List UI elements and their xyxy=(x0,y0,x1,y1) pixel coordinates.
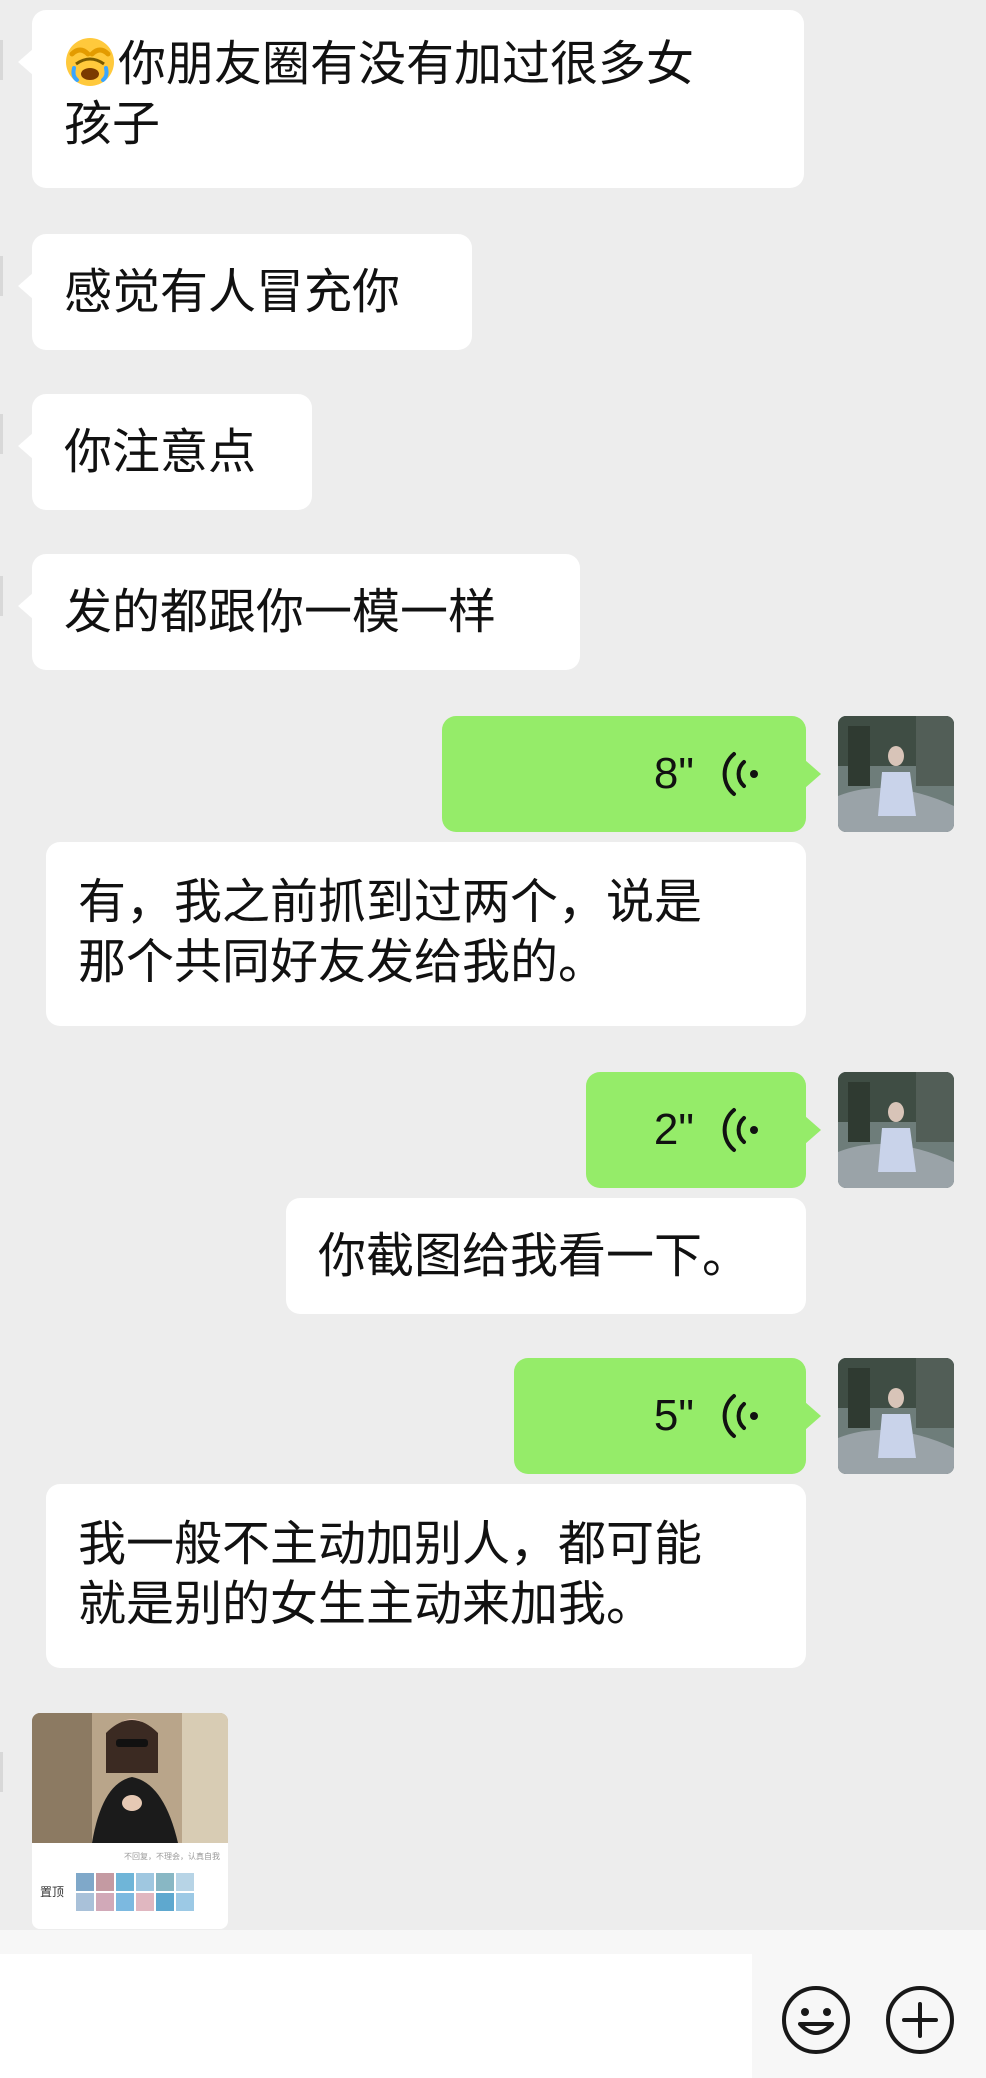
smiley-icon[interactable] xyxy=(780,1984,852,2056)
avatar-edge xyxy=(0,256,3,296)
message-bubble[interactable]: 你朋友圈有没有加过很多女 孩子 xyxy=(18,10,804,188)
photo-image xyxy=(32,1713,228,1843)
input-bar xyxy=(0,1930,986,2078)
avatar-edge xyxy=(0,40,3,80)
avatar-edge xyxy=(0,576,3,616)
pin-label: 置顶 xyxy=(40,1885,65,1899)
face-with-hand-over-eyes-icon xyxy=(64,36,116,88)
avatar[interactable] xyxy=(838,716,954,832)
transcript-text: 那个共同好友发给我的。 xyxy=(78,934,607,990)
voice-wave-icon xyxy=(714,1390,766,1442)
avatar[interactable] xyxy=(838,1358,954,1474)
voice-duration: 2" xyxy=(653,1105,694,1154)
transcript-text: 你截图给我看一下。 xyxy=(318,1228,751,1284)
avatar-edge xyxy=(0,414,3,454)
message-bubble[interactable]: 你注意点 xyxy=(18,394,312,510)
voice-transcript[interactable]: 你截图给我看一下。 xyxy=(286,1198,806,1314)
voice-message[interactable]: 5" xyxy=(514,1358,821,1474)
voice-transcript[interactable]: 我一般不主动加别人，都可能 就是别的女生主动来加我。 xyxy=(46,1484,806,1668)
voice-duration: 8" xyxy=(653,749,694,798)
message-text: 孩子 xyxy=(64,96,161,152)
message-bubble[interactable]: 感觉有人冒充你 xyxy=(18,234,472,350)
chat-area: 你朋友圈有没有加过很多女 孩子 感觉有人冒充你 你注意点 发的都跟你一模一样 8… xyxy=(0,0,986,1930)
image-message[interactable]: 不回复，不理会，认真自我 置顶 xyxy=(32,1713,228,1929)
message-input[interactable] xyxy=(0,1954,752,2078)
voice-message[interactable]: 8" xyxy=(442,716,821,832)
voice-transcript[interactable]: 有，我之前抓到过两个，说是 那个共同好友发给我的。 xyxy=(46,842,806,1026)
thumb-caption: 不回复，不理会，认真自我 xyxy=(124,1852,220,1861)
transcript-text: 有，我之前抓到过两个，说是 xyxy=(78,874,703,930)
message-text: 你朋友圈有没有加过很多女 xyxy=(118,36,695,92)
avatar[interactable] xyxy=(838,1072,954,1188)
message-bubble[interactable]: 发的都跟你一模一样 xyxy=(18,554,580,670)
message-text: 发的都跟你一模一样 xyxy=(64,584,497,640)
plus-circle-icon[interactable] xyxy=(884,1984,956,2056)
message-text: 你注意点 xyxy=(64,424,257,480)
transcript-text: 我一般不主动加别人，都可能 xyxy=(78,1516,703,1572)
voice-message[interactable]: 2" xyxy=(586,1072,821,1188)
transcript-text: 就是别的女生主动来加我。 xyxy=(78,1576,655,1632)
voice-wave-icon xyxy=(714,1104,766,1156)
photo-grid-strip xyxy=(76,1873,194,1911)
avatar-edge xyxy=(0,1752,3,1792)
message-text: 感觉有人冒充你 xyxy=(64,264,401,320)
voice-wave-icon xyxy=(714,748,766,800)
message-line: 你朋友圈有没有加过很多女 xyxy=(64,34,772,94)
voice-duration: 5" xyxy=(653,1391,694,1440)
